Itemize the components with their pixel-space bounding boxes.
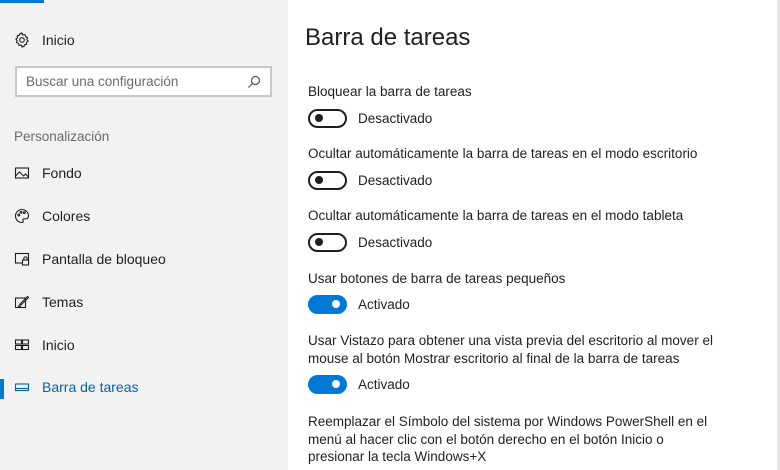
toggle-state-label: Desactivado (358, 110, 433, 126)
toggle-switch[interactable] (308, 170, 347, 190)
setting-peek-label: Usar Vistazo para obtener una vista prev… (308, 333, 713, 366)
peek-toggle[interactable]: Activado (308, 374, 410, 394)
toggle-knob (332, 300, 340, 308)
sidebar-item-colores[interactable]: Colores (0, 195, 288, 238)
gear-icon (14, 32, 30, 48)
sidebar-item-label: Fondo (42, 165, 82, 182)
toggle-knob (315, 176, 323, 184)
autohide-desktop-toggle[interactable]: Desactivado (308, 170, 432, 190)
toggle-switch[interactable] (308, 294, 347, 314)
toggle-state-label: Desactivado (358, 234, 433, 250)
lock-taskbar-toggle[interactable]: Desactivado (308, 108, 432, 128)
search-icon[interactable] (246, 74, 262, 90)
themes-brush-icon (14, 294, 30, 310)
sidebar-item-inicio[interactable]: Inicio (0, 323, 288, 366)
accent-strip (0, 0, 44, 3)
page-title: Barra de tareas (305, 24, 471, 51)
sidebar-item-fondo[interactable]: Fondo (0, 152, 288, 195)
sidebar-item-label: Barra de tareas (42, 379, 139, 396)
toggle-switch[interactable] (308, 374, 347, 394)
setting-lock-taskbar-label: Bloquear la barra de tareas (308, 84, 472, 99)
setting-small-buttons-label: Usar botones de barra de tareas pequeños (308, 271, 566, 286)
lock-screen-icon (14, 251, 30, 267)
toggle-state-label: Desactivado (358, 172, 433, 188)
section-header: Personalización (14, 129, 110, 144)
taskbar-icon (14, 379, 30, 395)
small-buttons-toggle[interactable]: Activado (308, 294, 410, 314)
start-tiles-icon (14, 337, 30, 353)
setting-powershell-label: Reemplazar el Símbolo del sistema por Wi… (308, 414, 708, 464)
search-input[interactable] (17, 68, 246, 95)
toggle-switch[interactable] (308, 232, 347, 252)
sidebar-item-label: Pantalla de bloqueo (42, 250, 166, 267)
setting-autohide-desktop-label: Ocultar automáticamente la barra de tare… (308, 146, 698, 161)
setting-autohide-tablet-label: Ocultar automáticamente la barra de tare… (308, 208, 684, 223)
search-box (15, 66, 272, 97)
toggle-switch[interactable] (308, 108, 347, 128)
sidebar-item-barra-de-tareas[interactable]: Barra de tareas (0, 366, 288, 409)
palette-icon (14, 208, 30, 224)
sidebar-item-label: Inicio (42, 336, 75, 353)
sidebar-item-pantalla-de-bloqueo[interactable]: Pantalla de bloqueo (0, 238, 288, 281)
main-content: Barra de tareas Bloquear la barra de tar… (288, 0, 780, 470)
toggle-knob (332, 380, 340, 388)
sidebar: Inicio Personalización Fondo Colores Pan… (0, 0, 288, 470)
toggle-knob (315, 238, 323, 246)
sidebar-nav: Fondo Colores Pantalla de bloqueo Temas … (0, 152, 288, 409)
sidebar-item-temas[interactable]: Temas (0, 280, 288, 323)
sidebar-item-label: Colores (42, 208, 91, 225)
sidebar-item-label: Temas (42, 293, 84, 310)
picture-icon (14, 165, 30, 181)
toggle-state-label: Activado (358, 376, 410, 392)
home-link[interactable]: Inicio (0, 28, 288, 52)
home-label: Inicio (42, 32, 75, 48)
toggle-knob (315, 114, 323, 122)
toggle-state-label: Activado (358, 296, 410, 312)
autohide-tablet-toggle[interactable]: Desactivado (308, 232, 432, 252)
selection-indicator (0, 378, 4, 399)
